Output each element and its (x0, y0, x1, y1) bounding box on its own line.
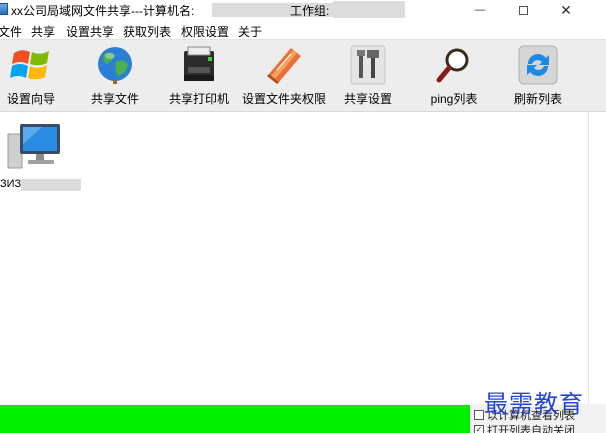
magnifier-icon (431, 44, 477, 86)
menu-get-list[interactable]: 获取列表 (123, 23, 171, 40)
menu-set-share[interactable]: 设置共享 (66, 23, 114, 40)
workgroup-label: 工作组: (290, 4, 330, 18)
view-by-computer-checkbox[interactable] (474, 410, 484, 420)
share-file-label: 共享文件 (90, 92, 139, 106)
window-title: xx公司局域网文件共享---计算机名: (11, 4, 195, 18)
close-icon: ✕ (560, 1, 572, 18)
refresh-icon (515, 44, 561, 86)
globe-icon (92, 44, 138, 86)
app-icon (0, 3, 8, 15)
share-printer-label: 共享打印机 (169, 92, 230, 106)
folder-book-icon (261, 44, 307, 86)
ping-list-button[interactable]: ping列表 (428, 44, 480, 108)
toolbar: 设置向导 共享文件 共享打印机 设置文件夹权限 共享设置 ping列表 刷新列表 (0, 40, 606, 112)
setup-wizard-label: 设置向导 (6, 92, 55, 106)
vertical-scrollbar[interactable] (588, 112, 606, 404)
folder-permission-label: 设置文件夹权限 (242, 92, 327, 106)
progress-bar (0, 405, 470, 433)
computer-entry[interactable]: ЗИЗ- (0, 122, 84, 191)
watermark-logo: 最需教育 (484, 390, 584, 418)
minimize-icon: — (474, 4, 486, 16)
minimize-button[interactable]: — (460, 0, 500, 20)
computer-monitor-icon (6, 122, 62, 177)
menu-share[interactable]: 共享 (31, 23, 55, 40)
close-button[interactable]: ✕ (546, 0, 586, 20)
menu-about[interactable]: 关于 (238, 23, 262, 40)
computer-list: ЗИЗ- (0, 112, 588, 404)
share-settings-label: 共享设置 (343, 92, 392, 106)
ping-list-label: ping列表 (430, 92, 478, 106)
menu-permissions[interactable]: 权限设置 (181, 23, 229, 40)
menu-bar: 文件 共享 设置共享 获取列表 权限设置 关于 (0, 20, 606, 40)
maximize-button[interactable] (503, 0, 543, 20)
printer-icon (176, 44, 222, 86)
share-settings-button[interactable]: 共享设置 (342, 44, 394, 108)
auto-close-option[interactable]: ✓ 打开列表自动关闭 (474, 422, 575, 433)
maximize-icon (518, 5, 528, 15)
refresh-list-button[interactable]: 刷新列表 (512, 44, 564, 108)
computer-name-redacted (21, 179, 81, 191)
share-printer-button[interactable]: 共享打印机 (169, 44, 229, 108)
share-file-button[interactable]: 共享文件 (90, 44, 140, 108)
auto-close-checkbox[interactable]: ✓ (474, 425, 484, 433)
windows-logo-icon (8, 44, 54, 86)
title-bar: xx公司局域网文件共享---计算机名: 工作组: — ✕ (0, 0, 606, 20)
workgroup-redacted (333, 1, 405, 18)
setup-wizard-button[interactable]: 设置向导 (6, 44, 56, 108)
tools-icon (345, 44, 391, 86)
auto-close-label: 打开列表自动关闭 (487, 425, 575, 433)
menu-file[interactable]: 文件 (0, 23, 22, 40)
folder-permission-button[interactable]: 设置文件夹权限 (242, 44, 327, 108)
refresh-list-label: 刷新列表 (513, 92, 562, 106)
